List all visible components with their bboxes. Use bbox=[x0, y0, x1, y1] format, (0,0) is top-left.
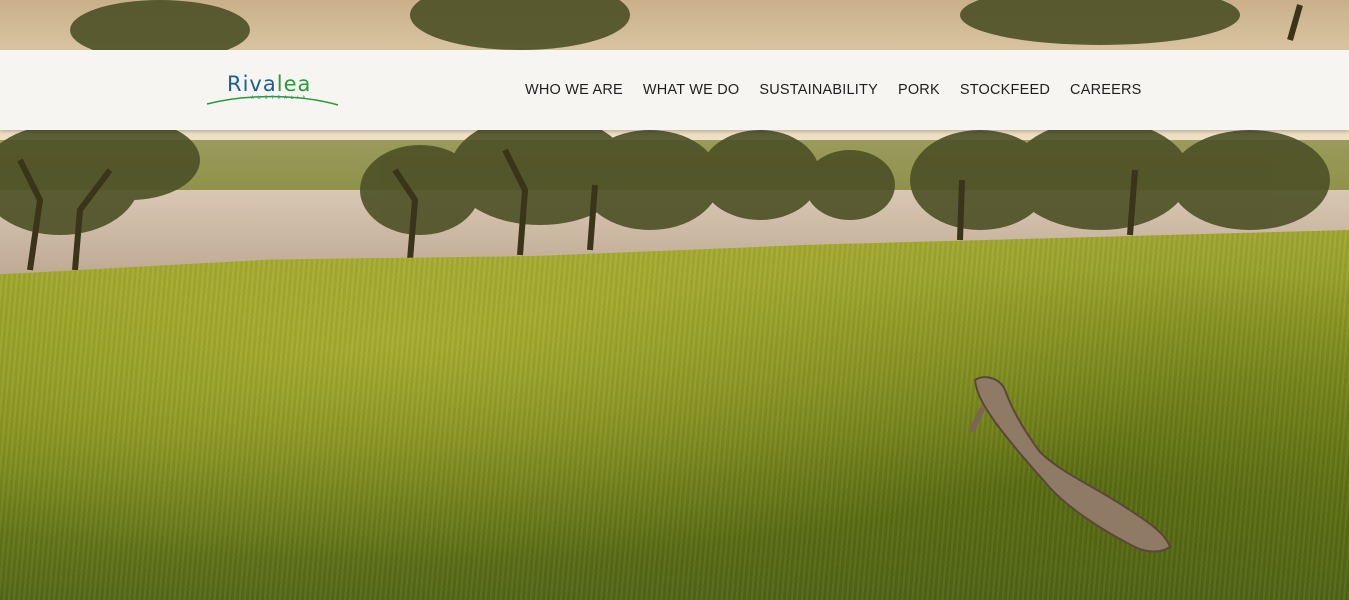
nav-item-stockfeed: STOCKFEED bbox=[960, 81, 1050, 99]
nav-item-sustainability: SUSTAINABILITY bbox=[759, 81, 878, 99]
logo-swoosh-icon bbox=[206, 95, 339, 106]
nav-link-pork[interactable]: PORK bbox=[898, 82, 940, 98]
rivalea-logo[interactable]: Rivalea AUSTRALIA bbox=[205, 70, 341, 112]
nav-link-stockfeed[interactable]: STOCKFEED bbox=[960, 82, 1050, 98]
nav-item-careers: CAREERS bbox=[1070, 81, 1142, 99]
site-header: Rivalea AUSTRALIA WHO WE ARE WHAT WE DO … bbox=[0, 50, 1349, 130]
nav-item-what-we-do: WHAT WE DO bbox=[643, 81, 740, 99]
main-nav: WHO WE ARE WHAT WE DO SUSTAINABILITY POR… bbox=[525, 50, 1142, 130]
nav-link-what-we-do[interactable]: WHAT WE DO bbox=[643, 82, 740, 98]
hero-log bbox=[968, 376, 1172, 553]
nav-item-who-we-are: WHO WE ARE bbox=[525, 81, 623, 99]
nav-link-sustainability[interactable]: SUSTAINABILITY bbox=[759, 82, 878, 98]
nav-link-who-we-are[interactable]: WHO WE ARE bbox=[525, 82, 623, 98]
nav-item-pork: PORK bbox=[898, 81, 940, 99]
nav-link-careers[interactable]: CAREERS bbox=[1070, 82, 1142, 98]
